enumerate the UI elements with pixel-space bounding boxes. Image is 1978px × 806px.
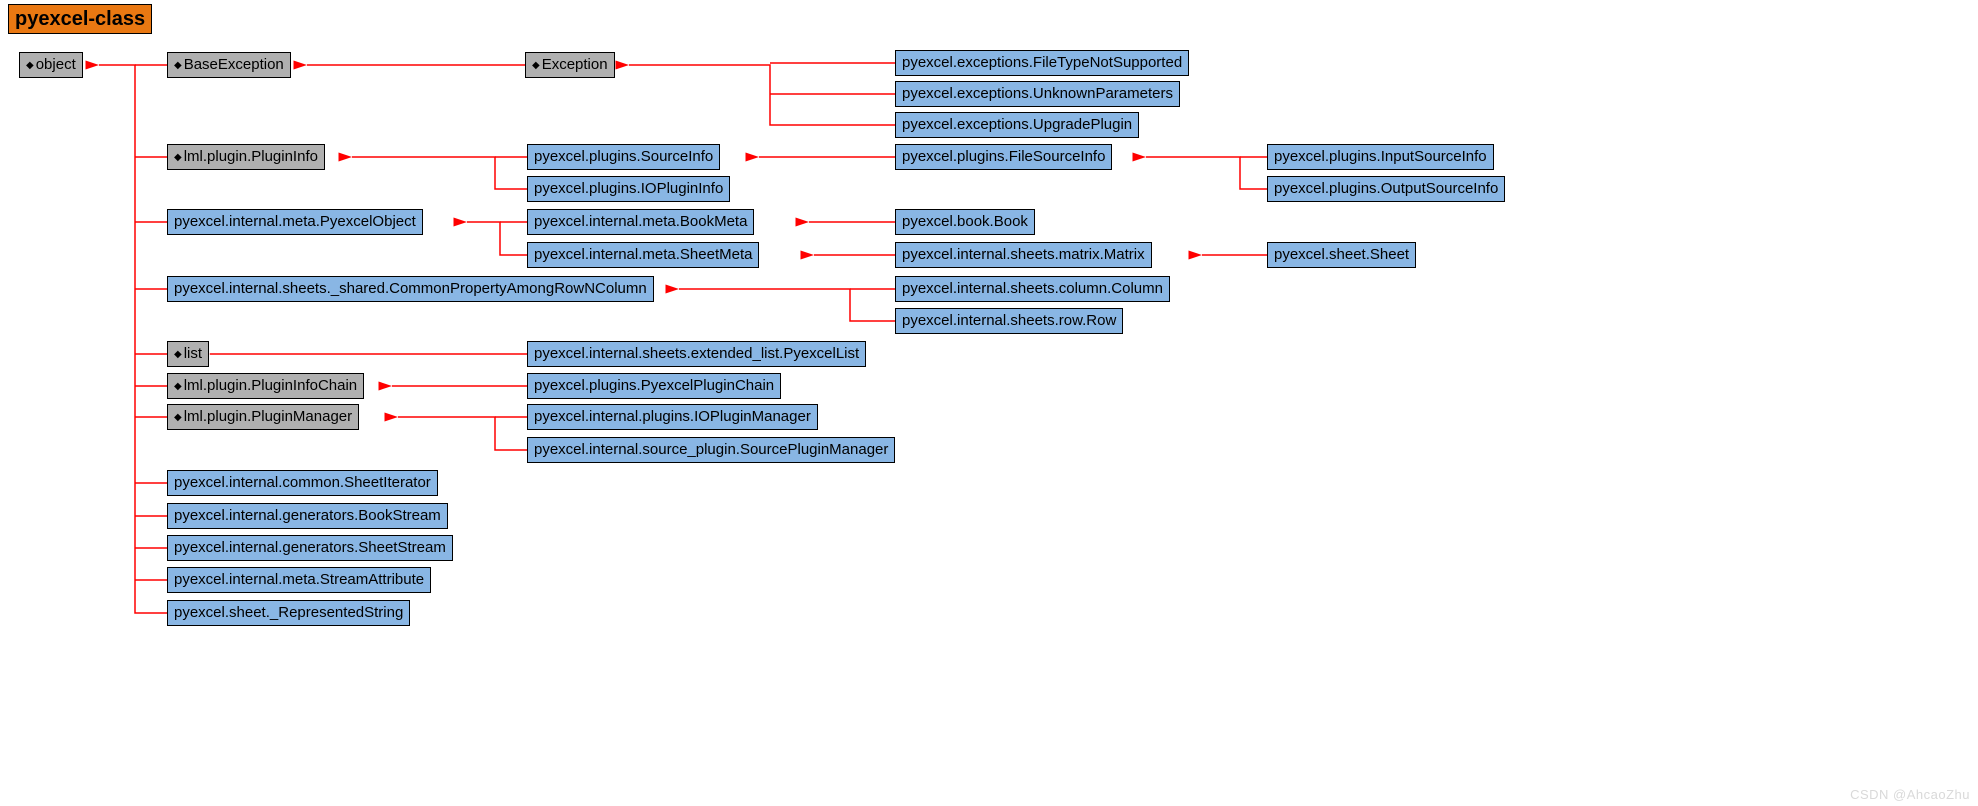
- class-sourceinfo: pyexcel.plugins.SourceInfo: [527, 144, 720, 170]
- class-lml-pluginmanager: lml.plugin.PluginManager: [167, 404, 359, 430]
- class-sheetiterator: pyexcel.internal.common.SheetIterator: [167, 470, 438, 496]
- class-filesourceinfo: pyexcel.plugins.FileSourceInfo: [895, 144, 1112, 170]
- class-book: pyexcel.book.Book: [895, 209, 1035, 235]
- class-outputsourceinfo: pyexcel.plugins.OutputSourceInfo: [1267, 176, 1505, 202]
- class-bookmeta: pyexcel.internal.meta.BookMeta: [527, 209, 754, 235]
- class-lml-plugininfo: lml.plugin.PluginInfo: [167, 144, 325, 170]
- class-object: object: [19, 52, 83, 78]
- class-exception: Exception: [525, 52, 615, 78]
- class-ioplugininfo: pyexcel.plugins.IOPluginInfo: [527, 176, 730, 202]
- watermark: CSDN @AhcaoZhu: [1850, 787, 1970, 802]
- class-pyexcelobject: pyexcel.internal.meta.PyexcelObject: [167, 209, 423, 235]
- class-sheet: pyexcel.sheet.Sheet: [1267, 242, 1416, 268]
- class-column: pyexcel.internal.sheets.column.Column: [895, 276, 1170, 302]
- class-inputsourceinfo: pyexcel.plugins.InputSourceInfo: [1267, 144, 1494, 170]
- class-list: list: [167, 341, 209, 367]
- class-matrix: pyexcel.internal.sheets.matrix.Matrix: [895, 242, 1152, 268]
- class-iopluginmanager: pyexcel.internal.plugins.IOPluginManager: [527, 404, 818, 430]
- class-representedstring: pyexcel.sheet._RepresentedString: [167, 600, 410, 626]
- class-unknownparameters: pyexcel.exceptions.UnknownParameters: [895, 81, 1180, 107]
- class-streamattribute: pyexcel.internal.meta.StreamAttribute: [167, 567, 431, 593]
- diagram-title: pyexcel-class: [8, 4, 152, 34]
- class-base-exception: BaseException: [167, 52, 291, 78]
- class-sheetstream: pyexcel.internal.generators.SheetStream: [167, 535, 453, 561]
- class-pyexcelpluginchain: pyexcel.plugins.PyexcelPluginChain: [527, 373, 781, 399]
- class-pyexcellist: pyexcel.internal.sheets.extended_list.Py…: [527, 341, 866, 367]
- class-sourcepluginmanager: pyexcel.internal.source_plugin.SourcePlu…: [527, 437, 895, 463]
- class-upgradeplugin: pyexcel.exceptions.UpgradePlugin: [895, 112, 1139, 138]
- class-filetypenotsupported: pyexcel.exceptions.FileTypeNotSupported: [895, 50, 1189, 76]
- class-commonproperty: pyexcel.internal.sheets._shared.CommonPr…: [167, 276, 654, 302]
- class-sheetmeta: pyexcel.internal.meta.SheetMeta: [527, 242, 759, 268]
- class-row: pyexcel.internal.sheets.row.Row: [895, 308, 1123, 334]
- class-lml-plugininfochain: lml.plugin.PluginInfoChain: [167, 373, 364, 399]
- class-bookstream: pyexcel.internal.generators.BookStream: [167, 503, 448, 529]
